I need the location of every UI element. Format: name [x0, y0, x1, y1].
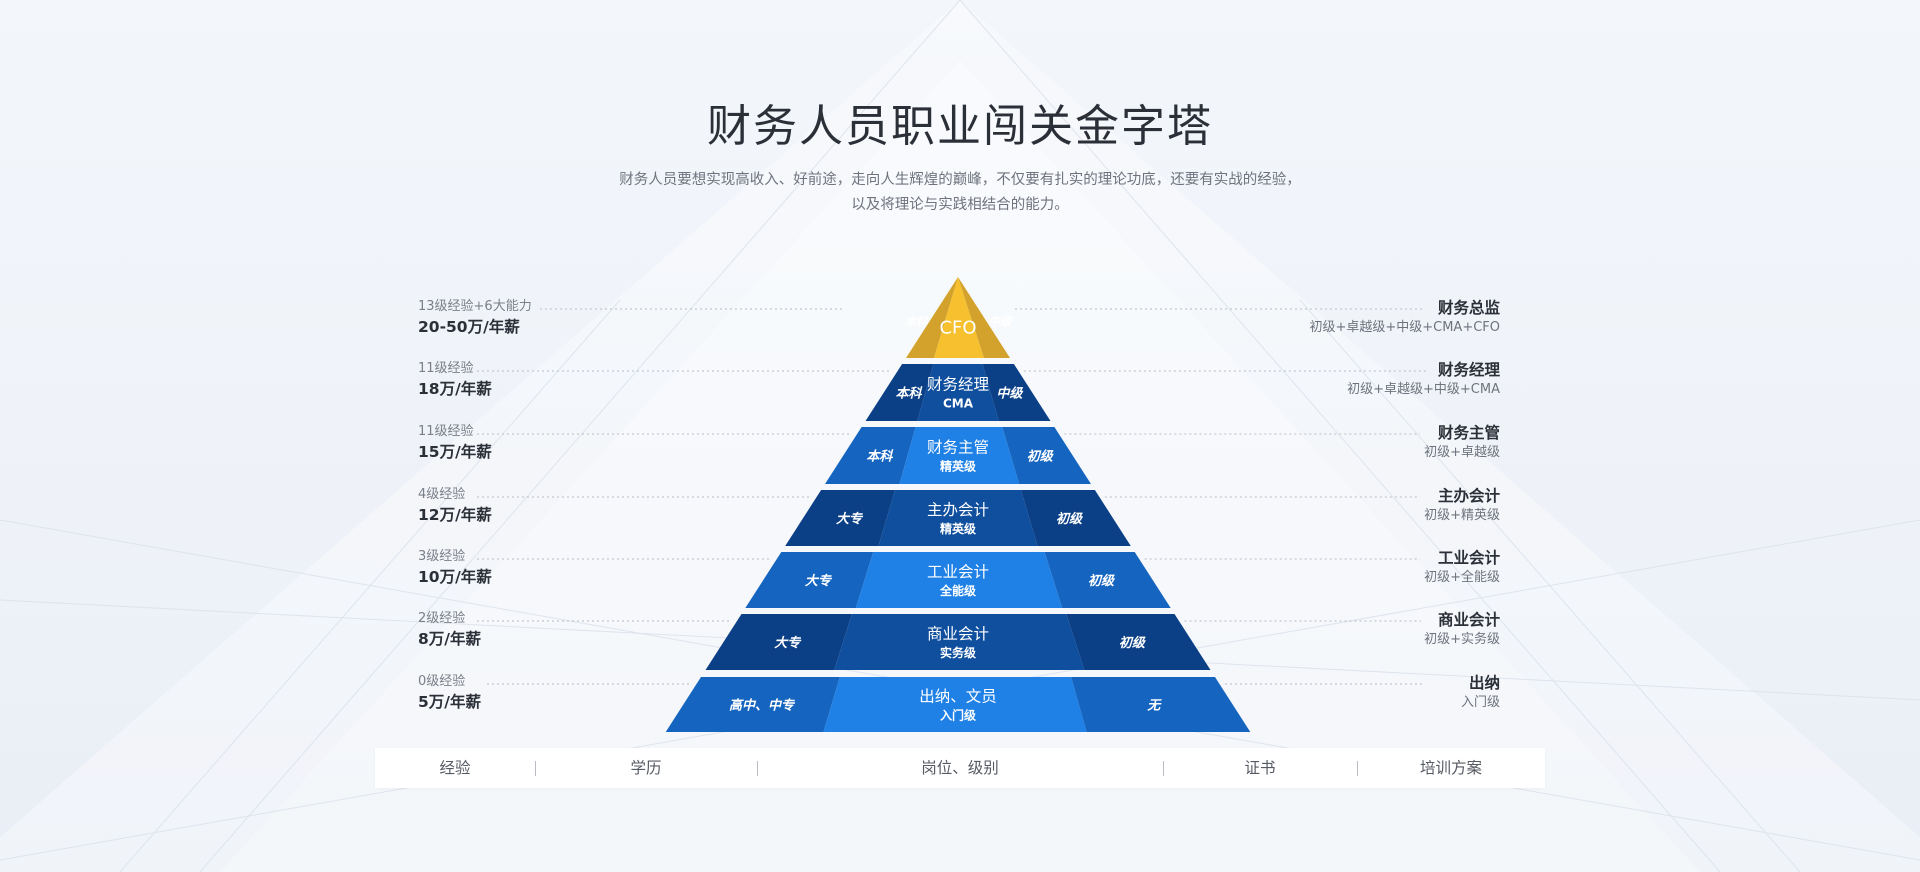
tier-training-plan: 财务经理初级+卓越级+中级+CMA	[1347, 360, 1500, 400]
tier-certificate-segment	[1071, 677, 1251, 732]
tier-certificate-label: 无	[1146, 699, 1162, 714]
tier-salary: 12万/年薪	[418, 506, 492, 524]
tier-training-title: 财务主管	[1437, 424, 1500, 442]
tier-grade-label: 入门级	[940, 708, 976, 723]
tier-grade-label: 全能级	[939, 583, 976, 598]
tier-experience-salary: 3级经验 10万/年薪	[418, 547, 492, 587]
tier-training-detail: 初级+卓越级+中级+CMA	[1347, 382, 1500, 397]
tier-experience-salary: 13级经验+6大能力 20-50万/年薪	[418, 297, 532, 337]
tier-training-title: 出纳	[1468, 674, 1500, 692]
tier-certificate-label: 初级	[1088, 573, 1115, 589]
footer-education: 学历	[535, 748, 757, 788]
tier-education-label: 高中、中专	[729, 698, 796, 714]
tier-training-title: 商业会计	[1437, 611, 1500, 629]
tier-training-detail: 初级+全能级	[1424, 570, 1500, 585]
tier-grade-label: 精英级	[940, 521, 976, 536]
tier-experience: 11级经验	[418, 424, 474, 439]
tier-experience: 11级经验	[418, 361, 474, 376]
tier-training-detail: 初级+卓越级	[1424, 445, 1500, 460]
tier-training-detail: 初级+卓越级+中级+CMA+CFO	[1309, 320, 1500, 335]
tier-education-label: 本科	[866, 449, 893, 465]
tier-training-title: 财务总监	[1437, 299, 1500, 317]
tier-experience: 3级经验	[418, 549, 466, 564]
tier-position-label: 财务主管	[927, 439, 989, 457]
tier-education-label: 大专	[805, 573, 833, 589]
tier-experience-salary: 11级经验 18万/年薪	[418, 359, 492, 399]
tier-position-label: CFO	[939, 318, 976, 339]
tier-certificate-label: 初级	[1056, 511, 1083, 527]
tier-training-title: 财务经理	[1437, 361, 1500, 379]
tier-education-label: 本科	[896, 386, 923, 402]
tier-salary: 20-50万/年薪	[418, 318, 520, 336]
career-pyramid: 本科 中级CFO本科 中级财务经理CMA本科 初级财务主管精英级大专 初级主办会计精英级…	[477, 277, 1426, 732]
column-header-bar: 经验 学历 岗位、级别 证书 培训方案	[375, 748, 1545, 788]
tier-grade-label: 精英级	[940, 459, 976, 474]
tier-salary: 15万/年薪	[418, 443, 492, 461]
tier-grade-label: CMA	[943, 397, 974, 411]
tier-training-title: 工业会计	[1437, 549, 1500, 567]
tier-certificate-label: 中级	[996, 386, 1023, 402]
tier-grade-label: 实务级	[940, 645, 976, 660]
tier-salary: 8万/年薪	[418, 630, 481, 648]
tier-experience: 0级经验	[418, 674, 466, 689]
tier-training-plan: 工业会计初级+全能级	[1424, 548, 1500, 588]
tier-position-label: 商业会计	[927, 625, 989, 643]
footer-experience: 经验	[439, 759, 471, 777]
tier-certificate-label: 初级	[1119, 635, 1146, 651]
tier-position-label: 财务经理	[927, 376, 989, 394]
tier-position-label: 出纳、文员	[919, 688, 997, 706]
tier-salary: 5万/年薪	[418, 693, 481, 711]
tier-training-plan: 出纳入门级	[1461, 673, 1500, 713]
tier-experience-salary: 2级经验 8万/年薪	[418, 609, 481, 649]
tier-training-title: 主办会计	[1437, 487, 1500, 505]
tier-experience-salary: 11级经验 15万/年薪	[418, 422, 492, 462]
tier-training-detail: 初级+实务级	[1424, 632, 1500, 647]
tier-education-label: 大专	[836, 511, 864, 527]
tier-training-plan: 主办会计初级+精英级	[1424, 486, 1500, 526]
tier-training-detail: 初级+精英级	[1424, 508, 1500, 523]
tier-experience: 2级经验	[418, 611, 466, 626]
footer-position-level: 岗位、级别	[757, 748, 1163, 788]
tier-experience-salary: 4级经验 12万/年薪	[418, 485, 492, 525]
tier-position-label: 工业会计	[927, 563, 989, 581]
tier-salary: 10万/年薪	[418, 568, 492, 586]
tier-training-detail: 入门级	[1460, 695, 1500, 710]
tier-certificate-label: 初级	[1027, 449, 1054, 465]
tier-experience-salary: 0级经验 5万/年薪	[418, 672, 481, 712]
tier-training-plan: 财务主管初级+卓越级	[1424, 423, 1500, 463]
tier-experience: 13级经验+6大能力	[418, 299, 532, 314]
tier-salary: 18万/年薪	[418, 380, 492, 398]
footer-certificate: 证书	[1163, 748, 1357, 788]
tier-education-label: 大专	[774, 635, 802, 651]
tier-experience: 4级经验	[418, 487, 466, 502]
footer-training-plan: 培训方案	[1357, 748, 1545, 788]
tier-certificate-label: 中级	[989, 315, 1013, 329]
tier-training-plan: 商业会计初级+实务级	[1424, 610, 1500, 650]
tier-training-plan: 财务总监初级+卓越级+中级+CMA+CFO	[1309, 298, 1500, 338]
tier-position-label: 主办会计	[927, 501, 989, 519]
tier-education-label: 本科	[905, 315, 929, 329]
